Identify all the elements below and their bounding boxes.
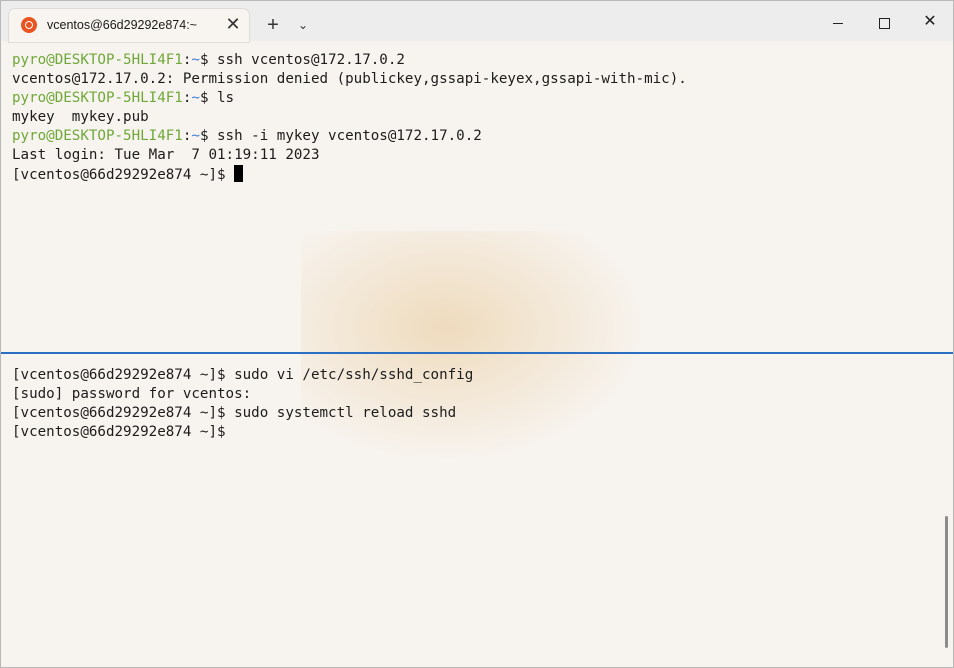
prompt-path: ~ xyxy=(191,52,200,68)
terminal-pane-bottom[interactable]: [vcentos@66d29292e874 ~]$ sudo vi /etc/s… xyxy=(1,355,953,667)
prompt-user: pyro@DESKTOP-5HLI4F1 xyxy=(12,128,183,144)
prompt-text: [vcentos@66d29292e874 ~]$ xyxy=(12,167,235,183)
prompt-path: ~ xyxy=(191,90,200,106)
maximize-button[interactable] xyxy=(864,9,904,35)
close-button[interactable]: ✕ xyxy=(910,9,950,35)
command-text: $ ls xyxy=(199,90,235,106)
terminal-line: [vcentos@66d29292e874 ~]$ sudo vi /etc/s… xyxy=(12,367,474,383)
ubuntu-icon xyxy=(21,17,37,33)
terminal-line: [vcentos@66d29292e874 ~]$ xyxy=(12,424,226,440)
terminal-line: vcentos@172.17.0.2: Permission denied (p… xyxy=(12,71,687,87)
terminal-pane-top[interactable]: pyro@DESKTOP-5HLI4F1:~$ ssh vcentos@172.… xyxy=(1,41,953,352)
maximize-icon xyxy=(878,17,890,29)
terminal-line: [vcentos@66d29292e874 ~]$ sudo systemctl… xyxy=(12,405,457,421)
scrollbar-thumb[interactable] xyxy=(945,516,948,648)
minimize-icon xyxy=(833,22,843,24)
terminal-line: mykey mykey.pub xyxy=(12,109,149,125)
new-tab-button[interactable]: + xyxy=(263,15,283,35)
tab-close-button[interactable]: ✕ xyxy=(223,14,243,34)
terminal-line: Last login: Tue Mar 7 01:19:11 2023 xyxy=(12,147,320,163)
chevron-down-icon[interactable]: ⌄ xyxy=(294,16,312,34)
title-bar: vcentos@66d29292e874:~ ✕ + ⌄ ✕ xyxy=(1,1,953,42)
terminal-line: pyro@DESKTOP-5HLI4F1:~$ ls xyxy=(12,89,234,108)
command-text: $ ssh vcentos@172.17.0.2 xyxy=(199,52,405,68)
terminal-line: pyro@DESKTOP-5HLI4F1:~$ ssh vcentos@172.… xyxy=(12,51,405,70)
prompt-user: pyro@DESKTOP-5HLI4F1 xyxy=(12,90,183,106)
prompt-path: ~ xyxy=(191,128,200,144)
prompt-user: pyro@DESKTOP-5HLI4F1 xyxy=(12,52,183,68)
terminal-window: vcentos@66d29292e874:~ ✕ + ⌄ ✕ pyro@DESK… xyxy=(0,0,954,668)
text-cursor xyxy=(234,165,244,182)
terminal-line: [sudo] password for vcentos: xyxy=(12,386,252,402)
command-text: $ ssh -i mykey vcentos@172.17.0.2 xyxy=(199,128,482,144)
tab-title: vcentos@66d29292e874:~ xyxy=(47,18,197,32)
tab-active[interactable]: vcentos@66d29292e874:~ ✕ xyxy=(9,9,249,42)
pane-divider[interactable] xyxy=(1,352,953,354)
minimize-button[interactable] xyxy=(818,9,858,35)
terminal-line: [vcentos@66d29292e874 ~]$ xyxy=(12,165,244,184)
terminal-line: pyro@DESKTOP-5HLI4F1:~$ ssh -i mykey vce… xyxy=(12,127,482,146)
